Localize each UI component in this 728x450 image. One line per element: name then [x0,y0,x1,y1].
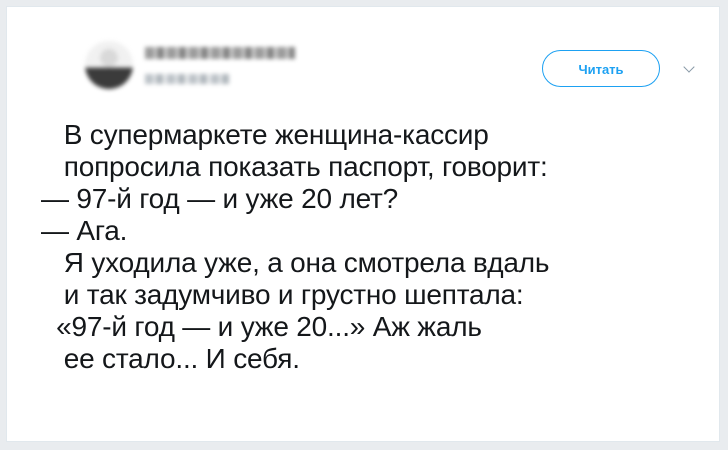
chevron-down-icon[interactable] [683,61,695,73]
tweet-text: В супермаркете женщина-кассир попросила … [41,119,701,375]
tweet-line: попросила показать паспорт, говорит: [41,151,548,182]
follow-button[interactable]: Читать [542,50,660,87]
tweet-card: Читать В супермаркете женщина-кассир поп… [6,6,720,442]
tweet-line: — 97-й год — и уже 20 лет? [41,183,399,214]
tweet-line: — Ага. [41,215,128,246]
tweet-line: «97-й год — и уже 20...» Аж жаль [41,311,482,342]
blurred-display-name[interactable] [145,47,295,59]
tweet-line: и так задумчиво и грустно шептала: [41,279,524,310]
tweet-line: Я уходила уже, а она смотрела вдаль [41,247,550,278]
blurred-username[interactable] [145,74,229,84]
avatar[interactable] [85,41,133,89]
tweet-line: В супермаркете женщина-кассир [41,119,489,150]
tweet-line: ее стало... И себя. [41,343,300,374]
